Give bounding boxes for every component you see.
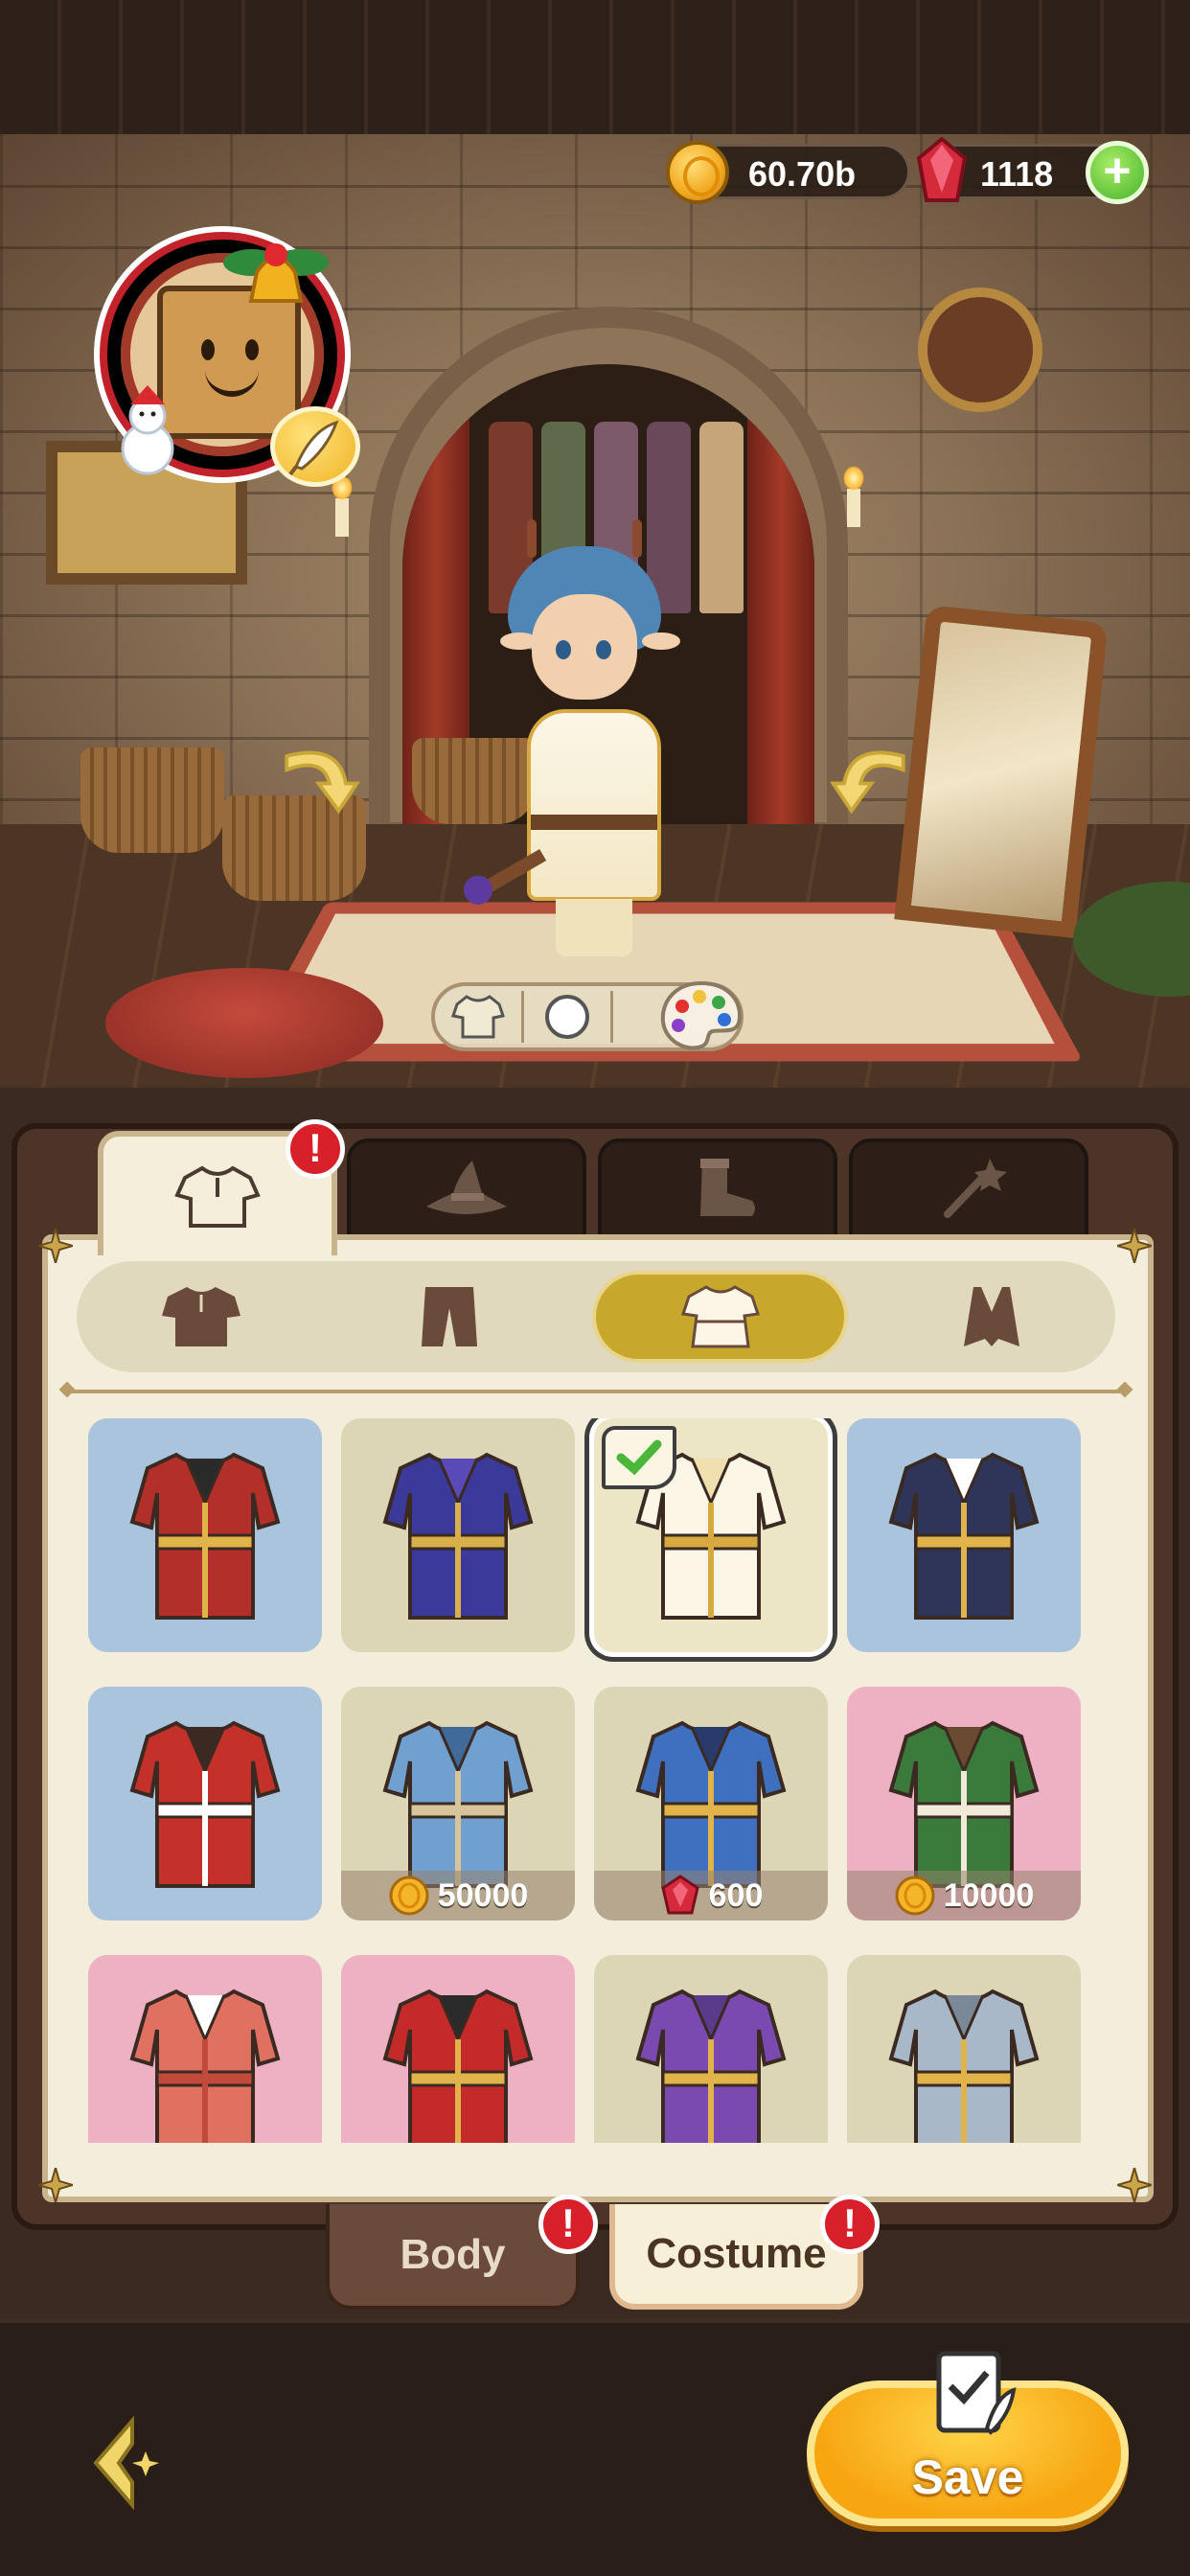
edit-avatar-button[interactable] xyxy=(270,406,360,487)
category-tab-shoes[interactable] xyxy=(598,1138,837,1238)
white-circle-icon xyxy=(545,995,589,1039)
corner-star-icon xyxy=(34,1225,77,1267)
price-value: 600 xyxy=(708,1876,764,1914)
subtab-cape[interactable] xyxy=(867,1261,1115,1372)
subtab-pants[interactable] xyxy=(325,1261,573,1372)
price-tag: 600 xyxy=(594,1871,828,1920)
laundry-basket xyxy=(80,748,224,853)
subcategory-bar xyxy=(77,1261,1115,1372)
checkmark-icon xyxy=(616,1439,662,1476)
gold-coin-icon xyxy=(666,141,729,204)
body-alert-badge: ! xyxy=(538,2195,598,2254)
outfit-card[interactable] xyxy=(594,1955,828,2143)
rotate-left-arrow[interactable] xyxy=(273,738,364,829)
magic-staff-icon xyxy=(944,1159,1007,1218)
quill-pen-icon xyxy=(288,420,339,476)
wizard-hat-icon xyxy=(426,1161,507,1214)
purple-mage-robe-icon xyxy=(635,1989,787,2143)
wall-candle-right xyxy=(843,466,864,527)
price-tag: 50000 xyxy=(341,1871,575,1920)
ceiling-beams xyxy=(0,0,1190,144)
price-tag: 10000 xyxy=(847,1871,1081,1920)
curved-arrow-right-icon xyxy=(285,750,360,815)
corner-star-icon xyxy=(34,2164,77,2206)
save-label: Save xyxy=(911,2450,1024,2504)
outfit-grid: 50000 600 10000 xyxy=(88,1418,1104,2143)
starry-purple-robe-icon xyxy=(382,1452,534,1620)
decorative-wall-plate xyxy=(918,288,1042,412)
outfit-card[interactable] xyxy=(847,1955,1081,2143)
wall-candle-left xyxy=(332,475,353,537)
back-arrow-icon xyxy=(93,2415,159,2511)
outfit-card[interactable] xyxy=(594,1418,828,1652)
standing-mirror xyxy=(894,604,1109,939)
back-button[interactable] xyxy=(86,2415,172,2511)
price-value: 10000 xyxy=(943,1876,1035,1914)
red-white-dress-icon xyxy=(129,1989,281,2143)
outfit-grid-viewport[interactable]: 50000 600 10000 xyxy=(88,1418,1104,2143)
christmas-bell-icon xyxy=(223,243,329,303)
outfit-card[interactable] xyxy=(88,1418,322,1652)
costume-alert-badge: ! xyxy=(820,2195,880,2254)
preview-skin-toggle[interactable] xyxy=(524,986,610,1047)
subtab-robe[interactable] xyxy=(592,1271,848,1363)
gold-amount: 60.70b xyxy=(748,154,857,194)
pirate-captain-outfit-icon xyxy=(888,1452,1040,1620)
outfit-card[interactable] xyxy=(847,1418,1081,1652)
outfit-card[interactable] xyxy=(88,1687,322,1920)
tops-alert-badge: ! xyxy=(286,1119,345,1179)
player-character xyxy=(489,519,699,978)
red-royal-coat-icon xyxy=(129,1452,281,1620)
outfit-card[interactable] xyxy=(341,1955,575,2143)
checklist-quill-icon xyxy=(936,2351,1017,2435)
category-tab-hats[interactable] xyxy=(347,1138,586,1238)
red-sorceress-gown-icon xyxy=(382,1989,534,2143)
snowman-icon xyxy=(121,385,174,475)
outfit-card[interactable]: 600 xyxy=(594,1687,828,1920)
shirt-icon xyxy=(174,1165,261,1228)
gem-icon xyxy=(660,1874,699,1915)
corner-star-icon xyxy=(1113,2164,1156,2206)
corner-star-icon xyxy=(1113,1225,1156,1267)
gold-counter: 60.70b xyxy=(666,141,910,204)
save-button[interactable]: Save xyxy=(807,2351,1129,2526)
coin-icon xyxy=(895,1875,935,1916)
boot-icon xyxy=(700,1159,755,1216)
cape-icon xyxy=(963,1287,1019,1346)
shirt-outline-icon xyxy=(451,995,505,1039)
coin-icon xyxy=(389,1875,429,1916)
price-value: 50000 xyxy=(437,1876,529,1914)
steel-armor-icon xyxy=(888,1989,1040,2143)
pants-icon xyxy=(421,1287,477,1346)
subtab-tunic[interactable] xyxy=(77,1261,325,1372)
ruby-gem-icon xyxy=(916,137,968,202)
rotate-right-arrow[interactable] xyxy=(826,738,917,829)
robe-icon xyxy=(680,1285,760,1348)
gem-counter: 1118 + xyxy=(916,137,1149,204)
outfit-card[interactable]: 10000 xyxy=(847,1687,1081,1920)
outfit-card[interactable] xyxy=(341,1418,575,1652)
color-palette-button[interactable] xyxy=(657,978,745,1056)
buy-gems-button[interactable]: + xyxy=(1086,141,1149,204)
floor-cushion xyxy=(105,968,383,1078)
section-divider xyxy=(67,1390,1125,1393)
curved-arrow-left-icon xyxy=(830,750,905,815)
outfit-card[interactable] xyxy=(88,1955,322,2143)
equipped-badge xyxy=(602,1426,676,1489)
outfit-card[interactable]: 50000 xyxy=(341,1687,575,1920)
red-festive-coat-icon xyxy=(129,1720,281,1888)
preview-shirt-toggle[interactable] xyxy=(435,986,521,1047)
category-tab-weapons[interactable] xyxy=(849,1138,1088,1238)
tunic-icon xyxy=(161,1287,240,1346)
